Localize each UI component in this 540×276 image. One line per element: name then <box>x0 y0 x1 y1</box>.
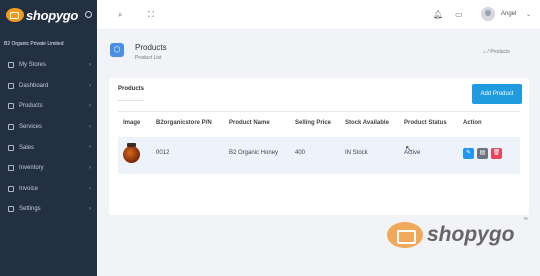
sidebar-item-products[interactable]: Products › <box>0 96 97 117</box>
search-icon[interactable]: ⌕ <box>118 10 122 20</box>
column-header: Image <box>123 120 141 126</box>
chevron-down-icon[interactable]: ⌄ <box>526 11 531 18</box>
sidebar-item-services[interactable]: Services › <box>0 117 97 138</box>
column-header: Product Status <box>404 120 447 126</box>
username[interactable]: Angel <box>501 11 516 17</box>
sidebar-item-my-stores[interactable]: My Stores › <box>0 55 97 76</box>
chat-icon[interactable]: ▭ <box>455 10 463 19</box>
add-product-button[interactable]: Add Product <box>472 84 522 104</box>
sidebar: shopygo B2 Organic Private Limited My St… <box>0 0 97 276</box>
column-header: Selling Price <box>295 120 332 126</box>
card-title: Products <box>118 86 145 92</box>
product-stock: IN Stock <box>345 150 368 156</box>
gear-icon <box>8 206 14 213</box>
store-icon <box>8 62 14 69</box>
sidebar-item-label: Dashboard <box>19 82 49 89</box>
column-header: Stock Available <box>345 120 389 126</box>
table-header: Image B2organicstore P/N Product Name Se… <box>118 120 520 132</box>
brand-logo[interactable]: shopygo <box>6 5 78 25</box>
sidebar-item-invoice[interactable]: Invoice › <box>0 179 97 200</box>
page-subtitle: Product List <box>135 55 162 61</box>
sidebar-item-label: Invoice <box>19 185 39 192</box>
sidebar-item-sales[interactable]: Sales › <box>0 137 97 158</box>
box-icon: ⬡ <box>110 43 124 57</box>
edit-button[interactable]: ✎ <box>463 148 474 159</box>
chevron-right-icon: › <box>89 82 91 89</box>
brand-name: shopygo <box>26 7 79 23</box>
trademark-symbol: ™ <box>523 217 528 223</box>
column-header: B2organicstore P/N <box>156 120 212 126</box>
product-name: B2 Organic Honey <box>229 150 279 156</box>
view-button[interactable]: ▤ <box>477 148 488 159</box>
watermark-brand: shopygo <box>427 223 515 246</box>
cursor-icon: ↖ <box>405 144 412 153</box>
title-underline <box>118 100 144 101</box>
chevron-right-icon: › <box>89 185 91 192</box>
trash-icon: 🗑︎ <box>492 150 501 156</box>
chevron-right-icon: › <box>89 144 91 151</box>
services-icon <box>8 124 14 131</box>
invoice-icon <box>8 185 14 192</box>
sidebar-item-label: Services <box>19 124 43 131</box>
product-price: 400 <box>295 150 306 156</box>
chevron-right-icon: › <box>89 206 91 213</box>
top-bar: ⌕ ⛶ 🔔︎ ▭ Angel ⌄ <box>97 0 540 30</box>
table-row[interactable]: 0012 B2 Organic Honey 400 IN Stock Activ… <box>118 137 520 174</box>
sidebar-item-label: Sales <box>19 144 35 151</box>
sidebar-item-inventory[interactable]: Inventory › <box>0 158 97 179</box>
divider <box>118 111 520 112</box>
cart-logo-icon <box>387 222 423 248</box>
cart-logo-icon <box>6 8 24 22</box>
sidebar-item-settings[interactable]: Settings › <box>0 199 97 220</box>
sidebar-toggle-icon[interactable] <box>85 11 92 18</box>
column-header: Action <box>463 120 482 126</box>
product-pn: 0012 <box>156 150 170 156</box>
products-card: Products Add Product Image B2organicstor… <box>109 78 529 215</box>
inventory-icon <box>8 165 14 172</box>
pencil-icon: ✎ <box>465 150 472 156</box>
sidebar-item-label: My Stores <box>19 62 47 69</box>
bell-icon[interactable]: 🔔︎ <box>433 10 443 19</box>
organization-name: B2 Organic Private Limited <box>4 41 64 47</box>
column-header: Product Name <box>229 120 270 126</box>
box-icon <box>8 103 14 110</box>
sales-icon <box>8 144 14 151</box>
fullscreen-icon[interactable]: ⛶ <box>148 10 154 20</box>
delete-button[interactable]: 🗑︎ <box>491 148 502 159</box>
chevron-right-icon: › <box>89 164 91 171</box>
sidebar-item-label: Settings <box>19 206 41 213</box>
chevron-right-icon: › <box>89 62 91 68</box>
sidebar-item-label: Inventory <box>19 165 44 172</box>
main-content: ⬡ Products Product List ⌂ / Products Pro… <box>97 30 540 276</box>
breadcrumb-separator: / <box>487 49 489 55</box>
avatar[interactable] <box>481 7 495 21</box>
home-icon[interactable]: ⌂ <box>483 49 486 55</box>
chevron-right-icon: › <box>89 103 91 110</box>
breadcrumb-current: Products <box>490 49 510 55</box>
sidebar-item-label: Products <box>19 103 43 110</box>
watermark-logo: shopygo ™ <box>387 217 528 251</box>
sidebar-item-dashboard[interactable]: Dashboard › <box>0 76 97 97</box>
home-icon <box>8 82 14 89</box>
document-icon: ▤ <box>479 150 486 156</box>
page-title: Products <box>135 43 167 52</box>
product-image <box>123 143 140 163</box>
breadcrumb: ⌂ / Products <box>483 49 510 55</box>
sidebar-menu: My Stores › Dashboard › Products › Services… <box>0 55 97 220</box>
chevron-right-icon: › <box>89 123 91 130</box>
